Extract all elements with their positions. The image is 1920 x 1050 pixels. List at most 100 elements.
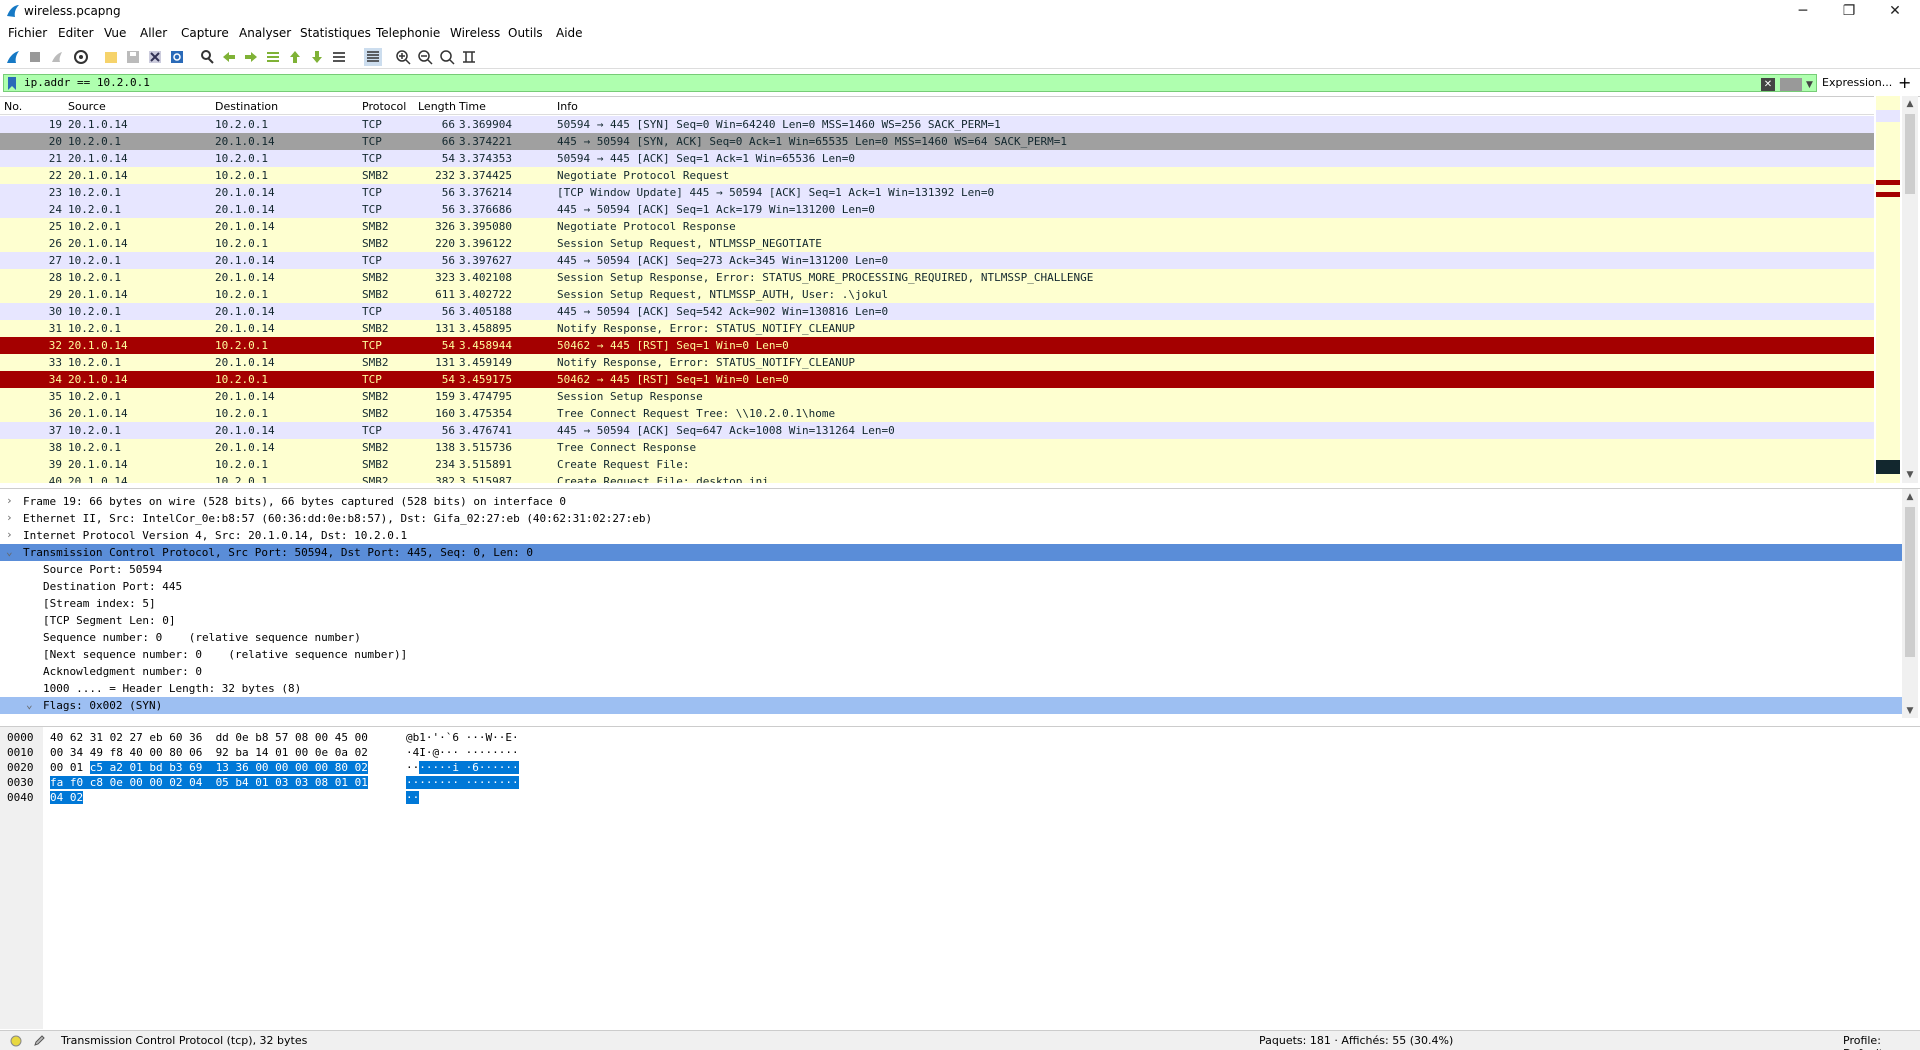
packet-row[interactable]: 35 10.2.0.1 20.1.0.14 SMB2 159 3.474795 Sessio… — [0, 388, 1874, 405]
find-packet-icon[interactable] — [198, 48, 216, 66]
detail-tree-item[interactable]: [Stream index: 5] — [0, 595, 1902, 612]
detail-tree-item[interactable]: Destination Port: 445 — [0, 578, 1902, 595]
packet-minimap[interactable] — [1874, 96, 1902, 483]
detail-tree-item[interactable]: 000. .... .... = Reserved: Not set — [0, 714, 1902, 718]
minimize-button[interactable]: ─ — [1780, 0, 1826, 24]
column-header-time[interactable]: Time — [459, 100, 486, 113]
edit-comment-icon[interactable] — [33, 1034, 46, 1047]
scroll-down-icon[interactable]: ▼ — [1902, 703, 1918, 718]
byte-hex[interactable]: 00 34 49 f8 40 00 80 06 92 ba 14 01 00 0… — [50, 746, 368, 761]
close-button[interactable]: ✕ — [1872, 0, 1918, 24]
detail-tree-item[interactable]: ⌄ Transmission Control Protocol, Src Port… — [0, 544, 1902, 561]
expand-arrow-icon[interactable]: › — [6, 511, 13, 524]
detail-tree-item[interactable]: 1000 .... = Header Length: 32 bytes (8) — [0, 680, 1902, 697]
packet-row[interactable]: 21 20.1.0.14 10.2.0.1 TCP 54 3.374353 50594 → … — [0, 150, 1874, 167]
detail-tree-item[interactable]: Source Port: 50594 — [0, 561, 1902, 578]
detail-tree-item[interactable]: ⌄ Flags: 0x002 (SYN) — [0, 697, 1902, 714]
scroll-up-icon[interactable]: ▲ — [1902, 96, 1918, 112]
scroll-thumb[interactable] — [1905, 114, 1915, 194]
stop-capture-icon[interactable] — [26, 48, 44, 66]
capture-options-icon[interactable] — [72, 48, 90, 66]
byte-ascii[interactable]: @b1·'·`6 ···W··E· — [406, 731, 519, 746]
restart-capture-icon[interactable] — [48, 48, 66, 66]
menu-capture[interactable]: Capture — [181, 26, 229, 40]
expression-button[interactable]: Expression... — [1822, 76, 1892, 89]
packet-row[interactable]: 26 20.1.0.14 10.2.0.1 SMB2 220 3.396122 Sessio… — [0, 235, 1874, 252]
column-header-info[interactable]: Info — [557, 100, 578, 113]
column-header-destination[interactable]: Destination — [215, 100, 278, 113]
details-scrollbar[interactable]: ▲ ▼ — [1902, 489, 1918, 718]
packet-list-scrollbar[interactable]: ▲ ▼ — [1902, 96, 1918, 483]
byte-hex[interactable]: 00 01 c5 a2 01 bd b3 69 13 36 00 00 00 0… — [50, 761, 368, 776]
byte-hex[interactable]: 40 62 31 02 27 eb 60 36 dd 0e b8 57 08 0… — [50, 731, 368, 746]
menu-wireless[interactable]: Wireless — [450, 26, 500, 40]
expert-info-icon[interactable] — [10, 1035, 22, 1047]
packet-row[interactable]: 38 10.2.0.1 20.1.0.14 SMB2 138 3.515736 Tree C… — [0, 439, 1874, 456]
scroll-down-icon[interactable]: ▼ — [1902, 467, 1918, 483]
detail-tree-item[interactable]: [Next sequence number: 0 (relative seque… — [0, 646, 1902, 663]
restore-button[interactable]: ❐ — [1826, 0, 1872, 24]
packet-row[interactable]: 30 10.2.0.1 20.1.0.14 TCP 56 3.405188 445 → 50… — [0, 303, 1874, 320]
zoom-normal-icon[interactable] — [438, 48, 456, 66]
detail-tree-item[interactable]: › Frame 19: 66 bytes on wire (528 bits), … — [0, 493, 1902, 510]
packet-row[interactable]: 34 20.1.0.14 10.2.0.1 TCP 54 3.459175 50462 → … — [0, 371, 1874, 388]
packet-row[interactable]: 25 10.2.0.1 20.1.0.14 SMB2 326 3.395080 Negoti… — [0, 218, 1874, 235]
zoom-out-icon[interactable] — [416, 48, 434, 66]
detail-tree-item[interactable]: [TCP Segment Len: 0] — [0, 612, 1902, 629]
menu-editer[interactable]: Editer — [58, 26, 94, 40]
column-header-no[interactable]: No. — [4, 100, 22, 113]
menu-outils[interactable]: Outils — [508, 26, 543, 40]
expand-arrow-icon[interactable]: › — [6, 494, 13, 507]
column-header-source[interactable]: Source — [68, 100, 106, 113]
menu-aide[interactable]: Aide — [556, 26, 583, 40]
packet-row[interactable]: 36 20.1.0.14 10.2.0.1 SMB2 160 3.475354 Tree C… — [0, 405, 1874, 422]
packet-row[interactable]: 24 10.2.0.1 20.1.0.14 TCP 56 3.376686 445 → 50… — [0, 201, 1874, 218]
first-packet-icon[interactable] — [286, 48, 304, 66]
go-forward-icon[interactable] — [242, 48, 260, 66]
packet-row[interactable]: 22 20.1.0.14 10.2.0.1 SMB2 232 3.374425 Negoti… — [0, 167, 1874, 184]
reload-file-icon[interactable] — [168, 48, 186, 66]
close-file-icon[interactable] — [146, 48, 164, 66]
detail-tree-item[interactable]: Acknowledgment number: 0 — [0, 663, 1902, 680]
zoom-in-icon[interactable] — [394, 48, 412, 66]
colorize-icon[interactable] — [364, 48, 382, 66]
detail-tree-item[interactable]: Sequence number: 0 (relative sequence nu… — [0, 629, 1902, 646]
apply-filter-icon[interactable] — [1780, 78, 1802, 91]
packet-row[interactable]: 19 20.1.0.14 10.2.0.1 TCP 66 3.369904 50594 → … — [0, 116, 1874, 133]
byte-ascii[interactable]: ········ ········ — [406, 776, 519, 791]
bookmark-icon[interactable] — [7, 77, 17, 90]
add-filter-button[interactable]: + — [1898, 73, 1911, 92]
byte-ascii[interactable]: ·······i ·6······ — [406, 761, 519, 776]
byte-hex[interactable]: 04 02 — [50, 791, 84, 806]
go-to-packet-icon[interactable] — [264, 48, 282, 66]
menu-aller[interactable]: Aller — [140, 26, 167, 40]
scroll-thumb[interactable] — [1905, 507, 1915, 657]
status-profile[interactable]: Profile: Default — [1843, 1034, 1920, 1050]
menu-statistiques[interactable]: Statistiques — [300, 26, 371, 40]
filter-history-dropdown-icon[interactable]: ▼ — [1806, 80, 1813, 90]
menu-analyser[interactable]: Analyser — [239, 26, 291, 40]
resize-columns-icon[interactable] — [460, 48, 478, 66]
packet-row[interactable]: 37 10.2.0.1 20.1.0.14 TCP 56 3.476741 445 → 50… — [0, 422, 1874, 439]
auto-scroll-icon[interactable] — [330, 48, 348, 66]
clear-filter-icon[interactable]: ✕ — [1761, 78, 1775, 91]
packet-row[interactable]: 31 10.2.0.1 20.1.0.14 SMB2 131 3.458895 Notify… — [0, 320, 1874, 337]
byte-hex[interactable]: fa f0 c8 0e 00 00 02 04 05 b4 01 03 03 0… — [50, 776, 368, 791]
menu-telephonie[interactable]: Telephonie — [376, 26, 440, 40]
expand-arrow-icon[interactable]: › — [6, 528, 13, 541]
collapse-arrow-icon[interactable]: ⌄ — [6, 545, 13, 558]
menu-fichier[interactable]: Fichier — [8, 26, 47, 40]
go-back-icon[interactable] — [220, 48, 238, 66]
column-header-protocol[interactable]: Protocol — [362, 100, 406, 113]
last-packet-icon[interactable] — [308, 48, 326, 66]
menu-vue[interactable]: Vue — [104, 26, 126, 40]
packet-row[interactable]: 40 20.1.0.14 10.2.0.1 SMB2 382 3.515987 Create… — [0, 473, 1874, 483]
packet-row[interactable]: 27 10.2.0.1 20.1.0.14 TCP 56 3.397627 445 → 50… — [0, 252, 1874, 269]
packet-row[interactable]: 39 20.1.0.14 10.2.0.1 SMB2 234 3.515891 Create… — [0, 456, 1874, 473]
packet-row[interactable]: 23 10.2.0.1 20.1.0.14 TCP 56 3.376214 [TCP Win… — [0, 184, 1874, 201]
packet-row[interactable]: 20 10.2.0.1 20.1.0.14 TCP 66 3.374221 445 → 50… — [0, 133, 1874, 150]
packet-row[interactable]: 32 20.1.0.14 10.2.0.1 TCP 54 3.458944 50462 → … — [0, 337, 1874, 354]
packet-row[interactable]: 28 10.2.0.1 20.1.0.14 SMB2 323 3.402108 Sessio… — [0, 269, 1874, 286]
collapse-arrow-icon[interactable]: ⌄ — [26, 698, 33, 711]
save-file-icon[interactable] — [124, 48, 142, 66]
